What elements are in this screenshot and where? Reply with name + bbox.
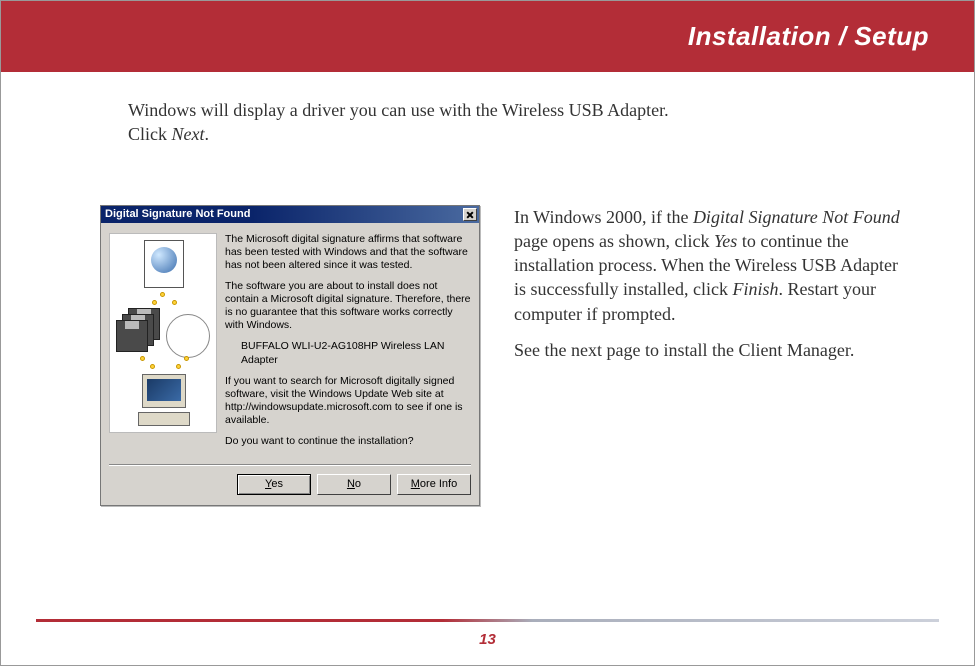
intro-line2-pre: Click [128,124,172,144]
dialog-titlebar: Digital Signature Not Found [101,206,479,223]
more-rest: ore Info [420,478,457,490]
side-p1-mid1: page opens as shown, click [514,231,714,251]
footer-rule [36,619,939,622]
intro-line2-post: . [205,124,210,144]
dialog-p1: The Microsoft digital signature affirms … [225,233,471,272]
no-button[interactable]: No [317,474,391,495]
floppy-icon [116,308,166,352]
no-rest: o [355,478,361,490]
side-p1-em1: Digital Signature Not Found [693,207,900,227]
side-p1: In Windows 2000, if the Digital Signatur… [514,205,914,326]
intro-next-em: Next [172,124,205,144]
more-info-button[interactable]: More Info [397,474,471,495]
close-icon[interactable] [463,208,477,221]
signature-dialog: Digital Signature Not Found [100,205,480,507]
yes-button[interactable]: Yes [237,474,311,495]
side-p1-em2: Yes [714,231,737,251]
side-text: In Windows 2000, if the Digital Signatur… [514,205,914,375]
dialog-product: BUFFALO WLI-U2-AG108HP Wireless LAN Adap… [225,340,471,366]
intro-text: Windows will display a driver you can us… [128,98,888,147]
cd-icon [166,314,210,358]
side-p1-pre: In Windows 2000, if the [514,207,693,227]
page-number: 13 [0,631,975,648]
dialog-p4: Do you want to continue the installation… [225,435,471,448]
intro-line1: Windows will display a driver you can us… [128,100,669,120]
side-p2: See the next page to install the Client … [514,338,914,362]
dialog-title: Digital Signature Not Found [105,208,250,220]
certificate-icon [144,240,184,288]
computer-icon [138,374,190,426]
dialog-buttons: Yes No More Info [101,474,479,505]
content-row: Digital Signature Not Found [100,205,975,507]
dialog-p3: If you want to search for Microsoft digi… [225,375,471,428]
header-bar: Installation / Setup [0,0,975,72]
wizard-graphic [109,233,217,433]
yes-rest: es [271,478,283,490]
dialog-separator [109,464,471,466]
side-p1-em3: Finish [732,279,778,299]
dialog-text: The Microsoft digital signature affirms … [225,233,471,457]
dialog-body: The Microsoft digital signature affirms … [101,223,479,461]
dialog-p2: The software you are about to install do… [225,280,471,333]
page-title: Installation / Setup [688,21,929,52]
